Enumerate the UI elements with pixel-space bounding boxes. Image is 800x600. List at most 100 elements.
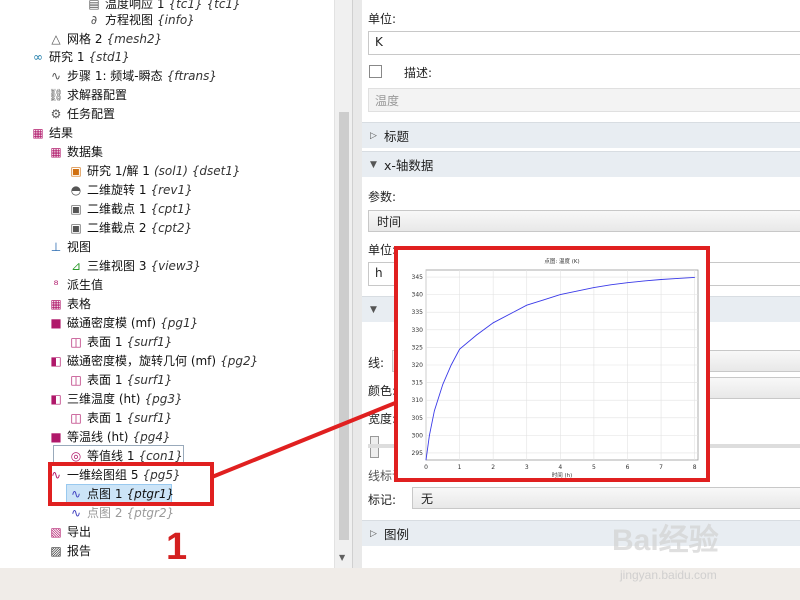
data-point bbox=[442, 384, 444, 385]
data-point bbox=[610, 284, 611, 286]
tree-item-label: 二维截点 2 bbox=[87, 221, 147, 235]
tree-item[interactable]: ▦ 结果 bbox=[16, 123, 73, 142]
tree-item[interactable]: ▣ 研究 1/解 1 (sol1) {dset1} bbox=[54, 161, 240, 180]
description-label: 描述: bbox=[404, 66, 433, 80]
x-tick-label: 8 bbox=[693, 464, 697, 471]
tree-item[interactable]: ⊥ 视图 bbox=[34, 237, 91, 256]
plotgroup-2d-icon: ■ bbox=[50, 429, 62, 444]
tree-item-label: 数据集 bbox=[67, 145, 104, 159]
tree-item[interactable]: ∿ 点图 1 {ptgr1} bbox=[54, 484, 174, 503]
tree-item-tag: {ftrans} bbox=[166, 68, 217, 83]
y-tick-label: 340 bbox=[412, 292, 424, 299]
chart-title: 点图: 温度 (K) bbox=[544, 257, 579, 265]
y-tick-label: 325 bbox=[412, 344, 424, 351]
tree-item[interactable]: ⚙ 任务配置 bbox=[34, 104, 115, 123]
tree-item[interactable]: ▦ 数据集 bbox=[34, 142, 103, 161]
view-icon: ⊥ bbox=[50, 239, 62, 254]
tree-item[interactable]: ∞ 研究 1 {std1} bbox=[16, 47, 130, 66]
tree-item[interactable]: ∿ 一维绘图组 5 {pg5} bbox=[34, 465, 181, 484]
tree-item-label: 派生值 bbox=[67, 278, 104, 292]
app-window: ▤ 温度响应 1 {tc1} {tc1} ∂ 方程视图 {info} △ 网格 2 {mesh2… bbox=[0, 0, 800, 600]
data-point bbox=[593, 287, 595, 288]
tree-item[interactable]: ▣ 二维截点 1 {cpt1} bbox=[54, 199, 192, 218]
xaxis-section[interactable]: ▼ x-轴数据 bbox=[362, 151, 800, 177]
tree-item-tag: {view3} bbox=[150, 258, 201, 273]
tree-item[interactable]: ▣ 二维截点 2 {cpt2} bbox=[54, 218, 192, 237]
tree-item[interactable]: ▧ 导出 bbox=[34, 522, 91, 541]
tree-item[interactable]: △ 网格 2 {mesh2} bbox=[34, 29, 162, 48]
tree-item-label: 点图 2 bbox=[87, 506, 123, 520]
x-tick-label: 2 bbox=[491, 464, 495, 471]
data-point bbox=[643, 280, 645, 282]
panel-splitter[interactable] bbox=[352, 0, 362, 568]
unit-input[interactable]: K bbox=[368, 31, 800, 55]
data-point bbox=[459, 348, 460, 350]
data-point bbox=[450, 364, 452, 366]
tree-item[interactable]: ■ 等温线 (ht) {pg4} bbox=[34, 427, 171, 446]
tree-item-label: 研究 1/解 1 bbox=[87, 164, 150, 178]
data-point bbox=[560, 294, 561, 295]
tree-item[interactable]: ◫ 表面 1 {surf1} bbox=[54, 408, 172, 427]
marker-select[interactable]: 无 bbox=[412, 487, 800, 509]
plotgroup-2d-icon: ■ bbox=[50, 315, 62, 330]
tree-item[interactable]: ▨ 报告 bbox=[34, 541, 91, 560]
tree-item-tag: {pg4} bbox=[132, 429, 171, 444]
tree-item-tag: {pg2} bbox=[220, 353, 259, 368]
tree-item-label: 磁通密度模，旋转几何 (mf) bbox=[67, 354, 217, 368]
tree-item[interactable]: ▦ 表格 bbox=[34, 294, 91, 313]
data-point bbox=[492, 322, 494, 324]
tree-item[interactable]: ■ 磁通密度模 (mf) {pg1} bbox=[34, 313, 198, 332]
solution-icon: ▣ bbox=[70, 163, 82, 178]
tree-item-label: 步骤 1: 频域-瞬态 bbox=[67, 69, 163, 83]
title-section[interactable]: ▷ 标题 bbox=[362, 122, 800, 148]
y-tick-label: 305 bbox=[412, 415, 424, 422]
tree-item[interactable]: ◓ 二维旋转 1 {rev1} bbox=[54, 180, 193, 199]
tree-item[interactable]: ∂ 方程视图 {info} bbox=[72, 10, 195, 29]
parameter-label: 参数: bbox=[368, 190, 397, 204]
tree-scrollbar-thumb[interactable] bbox=[339, 112, 349, 540]
tree-item[interactable]: ◧ 磁通密度模，旋转几何 (mf) {pg2} bbox=[34, 351, 258, 370]
data-point bbox=[476, 334, 477, 336]
tree-item[interactable]: ◫ 表面 1 {surf1} bbox=[54, 332, 172, 351]
data-point bbox=[660, 279, 662, 280]
description-input[interactable]: 温度 bbox=[368, 88, 800, 112]
tree-item[interactable]: ∿ 步骤 1: 频域-瞬态 {ftrans} bbox=[34, 66, 217, 85]
tree-item-label: 结果 bbox=[49, 126, 74, 140]
tree-scrollbar[interactable]: ▼ bbox=[334, 0, 352, 568]
description-checkbox[interactable] bbox=[369, 65, 382, 78]
tree-item-label: 表面 1 bbox=[87, 335, 123, 349]
line-chart: 0 1 2 3 4 5 6 7 82953003053103153203253303353403… bbox=[412, 257, 699, 478]
tree-item[interactable]: ◎ 等值线 1 {con1} bbox=[53, 445, 184, 466]
tree-item[interactable]: ⁸ 派生值 bbox=[34, 275, 103, 294]
data-point bbox=[627, 282, 628, 283]
tree-item[interactable]: ∿ 点图 2 {ptgr2} bbox=[54, 503, 174, 522]
tree-item[interactable]: ⊿ 三维视图 3 {view3} bbox=[54, 256, 201, 275]
parameter-select[interactable]: 时间 bbox=[368, 210, 800, 232]
tree-item-tag: {rev1} bbox=[150, 182, 193, 197]
y-tick-label: 330 bbox=[412, 327, 424, 334]
tree-item-label: 导出 bbox=[67, 525, 92, 539]
x-tick-label: 3 bbox=[525, 464, 529, 471]
tree-item-label: 点图 1 bbox=[87, 487, 123, 501]
study-icon: ∞ bbox=[33, 49, 43, 64]
export-icon: ▧ bbox=[50, 524, 62, 539]
revolve-icon: ◓ bbox=[70, 182, 82, 197]
data-point bbox=[429, 435, 430, 436]
tree-item[interactable]: ◧ 三维温度 (ht) {pg3} bbox=[34, 389, 182, 408]
table-icon: ▦ bbox=[50, 296, 62, 311]
tree-item-label: 二维截点 1 bbox=[87, 202, 147, 216]
view3d-icon: ⊿ bbox=[70, 258, 82, 273]
tree-item-label: 报告 bbox=[67, 544, 92, 558]
surface-icon: ◫ bbox=[70, 410, 82, 425]
x-tick-label: 1 bbox=[458, 464, 462, 471]
tree-item[interactable]: ⛓ 求解器配置 bbox=[34, 85, 127, 104]
tree-item[interactable]: ◫ 表面 1 {surf1} bbox=[54, 370, 172, 389]
tree-item-tag: {mesh2} bbox=[106, 31, 163, 46]
xaxis-section-label: x-轴数据 bbox=[384, 158, 434, 173]
results-icon: ▦ bbox=[32, 125, 44, 140]
tree-item-label: 磁通密度模 (mf) bbox=[67, 316, 157, 330]
legend-section[interactable]: ▷ 图例 bbox=[362, 520, 800, 546]
scroll-down-arrow-icon[interactable]: ▼ bbox=[339, 553, 345, 562]
y-tick-label: 335 bbox=[412, 309, 424, 316]
tree-item-label: 网格 2 bbox=[67, 32, 103, 46]
